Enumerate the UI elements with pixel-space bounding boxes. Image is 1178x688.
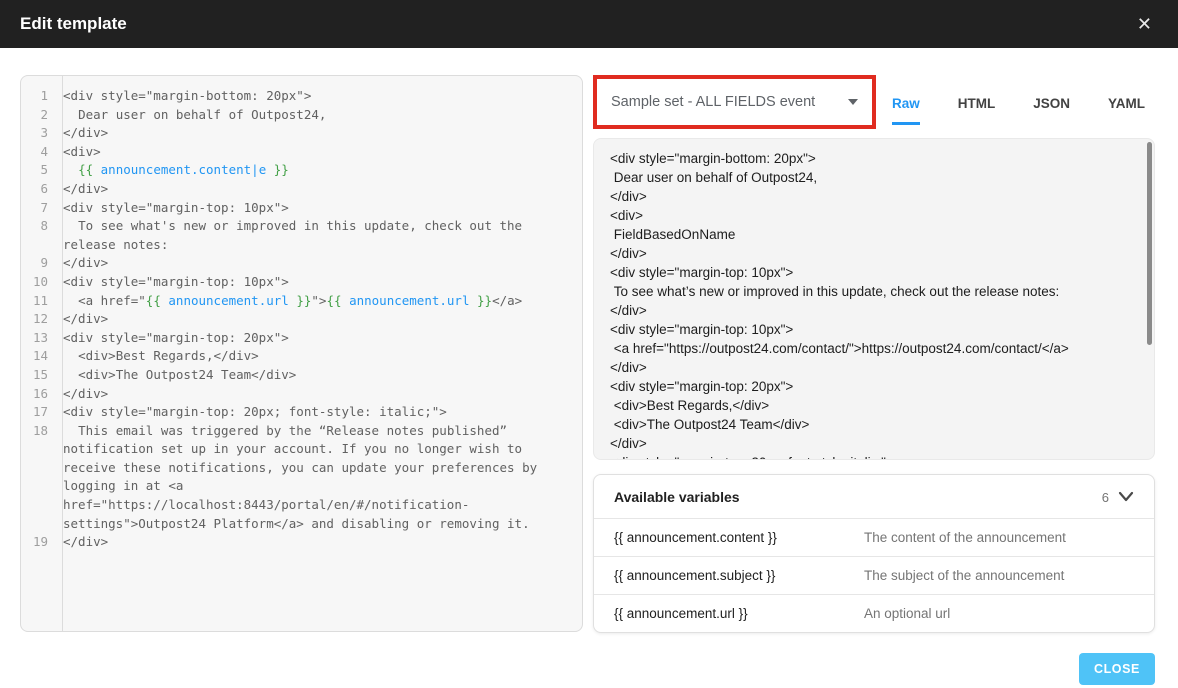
line-number: 15 <box>29 366 55 385</box>
tab-raw[interactable]: Raw <box>892 96 920 125</box>
line-number: 13 <box>29 329 55 348</box>
code-line: 5 {{ announcement.content|e }} <box>29 161 574 180</box>
close-button[interactable]: CLOSE <box>1079 653 1155 685</box>
red-annotation-box: Sample set - ALL FIELDS event <box>593 75 876 129</box>
code-line: 6</div> <box>29 180 574 199</box>
edit-template-modal: Edit template ✕ 1<div style="margin-bott… <box>0 0 1178 685</box>
available-variables-panel: Available variables 6 {{ announcement.co… <box>593 474 1155 633</box>
tab-json[interactable]: JSON <box>1033 96 1070 125</box>
line-number: 4 <box>29 143 55 162</box>
modal-footer: CLOSE <box>0 633 1178 685</box>
tab-yaml[interactable]: YAML <box>1108 96 1145 125</box>
variables-header: Available variables 6 <box>594 475 1154 518</box>
code-line: 8 To see what's new or improved in this … <box>29 217 574 254</box>
code-line: 13<div style="margin-top: 20px"> <box>29 329 574 348</box>
line-number: 3 <box>29 124 55 143</box>
code-line: 12</div> <box>29 310 574 329</box>
line-number: 14 <box>29 347 55 366</box>
code-line: 19</div> <box>29 533 574 552</box>
line-number: 2 <box>29 106 55 125</box>
close-icon[interactable]: ✕ <box>1131 13 1158 35</box>
line-number: 16 <box>29 385 55 404</box>
variables-count-toggle[interactable]: 6 <box>1102 490 1134 505</box>
line-number: 6 <box>29 180 55 199</box>
preview-header: Sample set - ALL FIELDS event Raw HTML JSO… <box>593 75 1155 129</box>
code-line: 16</div> <box>29 385 574 404</box>
code-line: 1<div style="margin-bottom: 20px"> <box>29 87 574 106</box>
line-number: 18 <box>29 422 55 534</box>
code-lines: 1<div style="margin-bottom: 20px">2 Dear… <box>29 87 574 552</box>
variables-count: 6 <box>1102 490 1109 505</box>
code-line: 9</div> <box>29 254 574 273</box>
variables-title: Available variables <box>614 489 740 505</box>
variable-name: {{ announcement.url }} <box>614 606 864 621</box>
variable-name: {{ announcement.subject }} <box>614 568 864 583</box>
variable-row: {{ announcement.url }}An optional url <box>594 594 1154 632</box>
chevron-down-icon[interactable] <box>1118 491 1134 503</box>
code-line: 2 Dear user on behalf of Outpost24, <box>29 106 574 125</box>
code-line: 17<div style="margin-top: 20px; font-sty… <box>29 403 574 422</box>
raw-preview-text: <div style="margin-bottom: 20px"> Dear u… <box>610 149 1138 460</box>
preview-scrollbar[interactable] <box>1147 142 1152 345</box>
variable-row: {{ announcement.content }}The content of… <box>594 518 1154 556</box>
line-number: 17 <box>29 403 55 422</box>
code-line: 18 This email was triggered by the “Rele… <box>29 422 574 534</box>
code-line: 15 <div>The Outpost24 Team</div> <box>29 366 574 385</box>
line-number: 9 <box>29 254 55 273</box>
variable-description: An optional url <box>864 606 950 621</box>
code-line: 10<div style="margin-top: 10px"> <box>29 273 574 292</box>
variable-row: {{ announcement.subject }}The subject of… <box>594 556 1154 594</box>
modal-body: 1<div style="margin-bottom: 20px">2 Dear… <box>0 48 1178 633</box>
line-number: 1 <box>29 87 55 106</box>
code-line: 4<div> <box>29 143 574 162</box>
raw-preview-panel: <div style="margin-bottom: 20px"> Dear u… <box>593 138 1155 460</box>
code-line: 3</div> <box>29 124 574 143</box>
variable-description: The subject of the announcement <box>864 568 1064 583</box>
line-number: 19 <box>29 533 55 552</box>
modal-title: Edit template <box>20 14 127 34</box>
sample-set-dropdown[interactable]: Sample set - ALL FIELDS event <box>611 94 858 110</box>
code-line: 11 <a href="{{ announcement.url }}">{{ a… <box>29 292 574 311</box>
variable-name: {{ announcement.content }} <box>614 530 864 545</box>
line-number: 8 <box>29 217 55 254</box>
tab-html[interactable]: HTML <box>958 96 996 125</box>
line-number: 7 <box>29 199 55 218</box>
preview-column: Sample set - ALL FIELDS event Raw HTML JSO… <box>593 75 1155 633</box>
line-number: 11 <box>29 292 55 311</box>
caret-down-icon <box>848 99 858 105</box>
line-number: 12 <box>29 310 55 329</box>
template-code-editor[interactable]: 1<div style="margin-bottom: 20px">2 Dear… <box>20 75 583 632</box>
line-number: 10 <box>29 273 55 292</box>
line-number: 5 <box>29 161 55 180</box>
code-line: 14 <div>Best Regards,</div> <box>29 347 574 366</box>
sample-set-value: Sample set - ALL FIELDS event <box>611 94 815 110</box>
code-line: 7<div style="margin-top: 10px"> <box>29 199 574 218</box>
variable-description: The content of the announcement <box>864 530 1066 545</box>
variables-rows: {{ announcement.content }}The content of… <box>594 518 1154 632</box>
format-tabs: Raw HTML JSON YAML <box>892 75 1145 125</box>
modal-header: Edit template ✕ <box>0 0 1178 48</box>
